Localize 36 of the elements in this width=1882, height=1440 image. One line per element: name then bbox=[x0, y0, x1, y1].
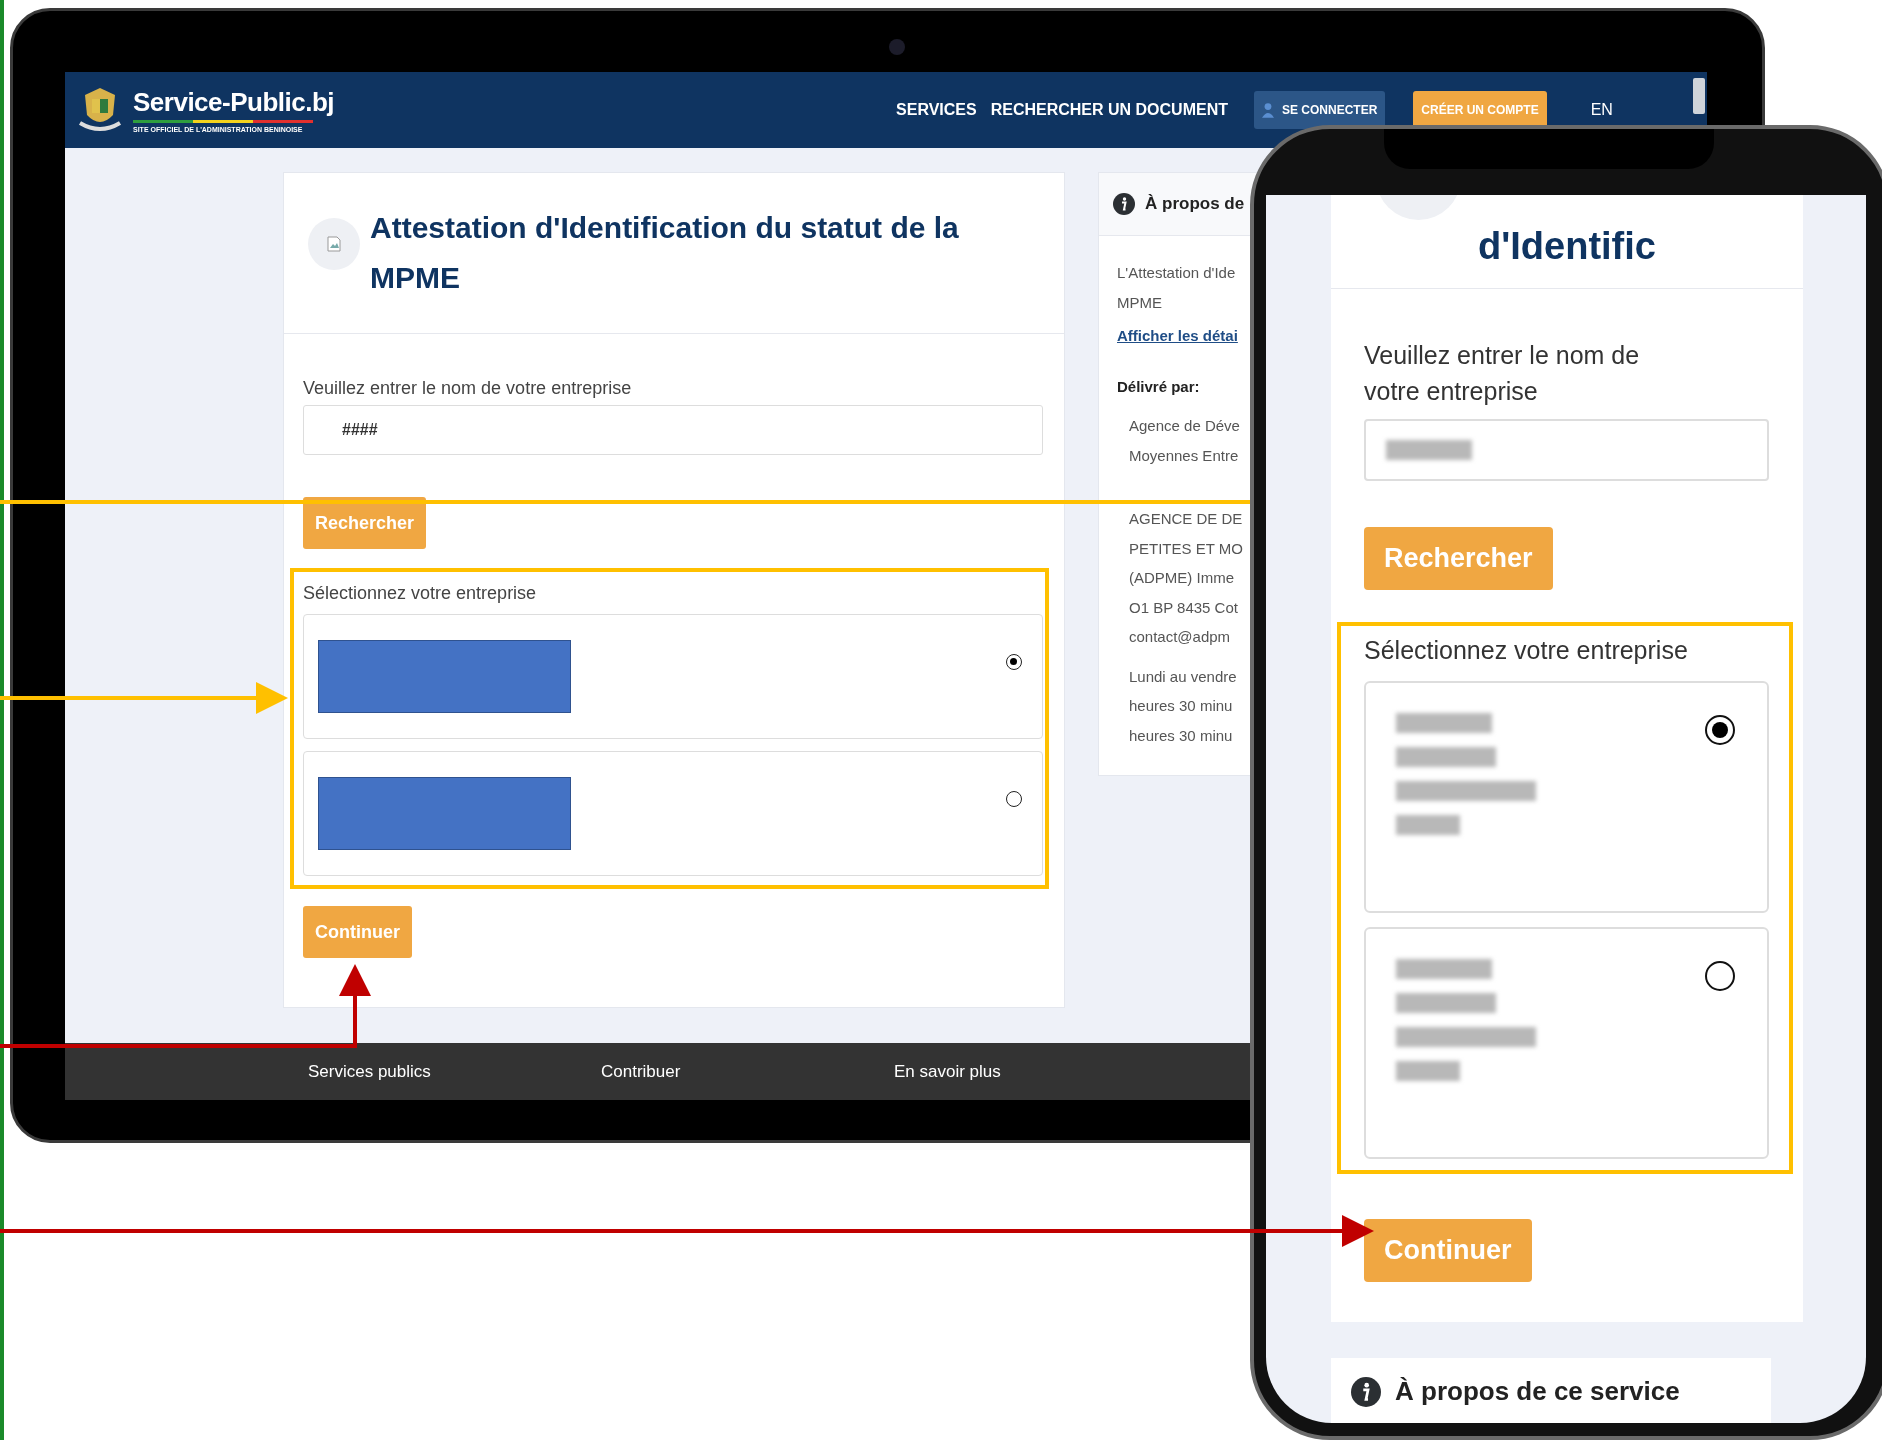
select-label: Sélectionnez votre entreprise bbox=[1364, 636, 1688, 665]
nav-link[interactable]: EN bbox=[1590, 101, 1613, 119]
company-option[interactable] bbox=[303, 614, 1043, 739]
blurred-text bbox=[1396, 1061, 1460, 1081]
user-icon bbox=[1262, 102, 1274, 118]
camera-icon bbox=[889, 39, 905, 55]
radio-button[interactable] bbox=[1705, 961, 1735, 991]
field-label: Veuillez entrer le nom de votre entreprise bbox=[303, 378, 632, 399]
login-button[interactable]: SE CONNECTER bbox=[1254, 91, 1386, 129]
page-title: Attestation d'Identification du statut de la MPME bbox=[370, 210, 959, 296]
about-title: À propos de bbox=[1145, 194, 1245, 214]
field-label: Veuillez entrer le nom de votre entreprise bbox=[1364, 340, 1641, 407]
select-label: Sélectionnez votre entreprise bbox=[303, 583, 537, 604]
radio-button[interactable] bbox=[1705, 715, 1735, 745]
footer-link[interactable]: Contribuer bbox=[601, 1061, 894, 1082]
scrollbar[interactable] bbox=[1693, 78, 1705, 114]
issuer-label: Délivré par: bbox=[1117, 378, 1200, 395]
broken-image-icon bbox=[327, 236, 341, 252]
issuer-info: Agence de Déve Moyennes Entre bbox=[1129, 416, 1240, 466]
footer-link[interactable]: Services publics bbox=[308, 1061, 601, 1082]
company-name-field[interactable]: #### bbox=[303, 405, 1043, 455]
blurred-text bbox=[1396, 815, 1460, 835]
footer-link[interactable]: En savoir plus bbox=[894, 1061, 1187, 1082]
issuer-info: Lundi au vendre heures 30 minu heures 30 minu bbox=[1129, 666, 1237, 746]
details-link[interactable]: Afficher les détai bbox=[1117, 327, 1238, 344]
info-icon bbox=[1351, 1376, 1381, 1407]
company-name-field[interactable] bbox=[1364, 419, 1769, 481]
info-icon bbox=[1113, 193, 1135, 215]
page-title: d'Identific bbox=[1331, 215, 1803, 289]
nav-link[interactable]: RECHERCHER UN DOCUMENT bbox=[990, 101, 1228, 119]
company-option[interactable] bbox=[303, 751, 1043, 876]
site-name[interactable]: Service-Public.bj bbox=[133, 87, 335, 118]
service-description: L'Attestation d'Ide MPME bbox=[1117, 263, 1236, 313]
nav-link[interactable]: SERVICES bbox=[896, 101, 977, 119]
about-title: À propos de ce service bbox=[1395, 1376, 1680, 1407]
issuer-info: AGENCE DE DE PETITES ET MO (ADPME) Imme O1 BP 8435 Cot contact@adpm bbox=[1129, 509, 1243, 647]
